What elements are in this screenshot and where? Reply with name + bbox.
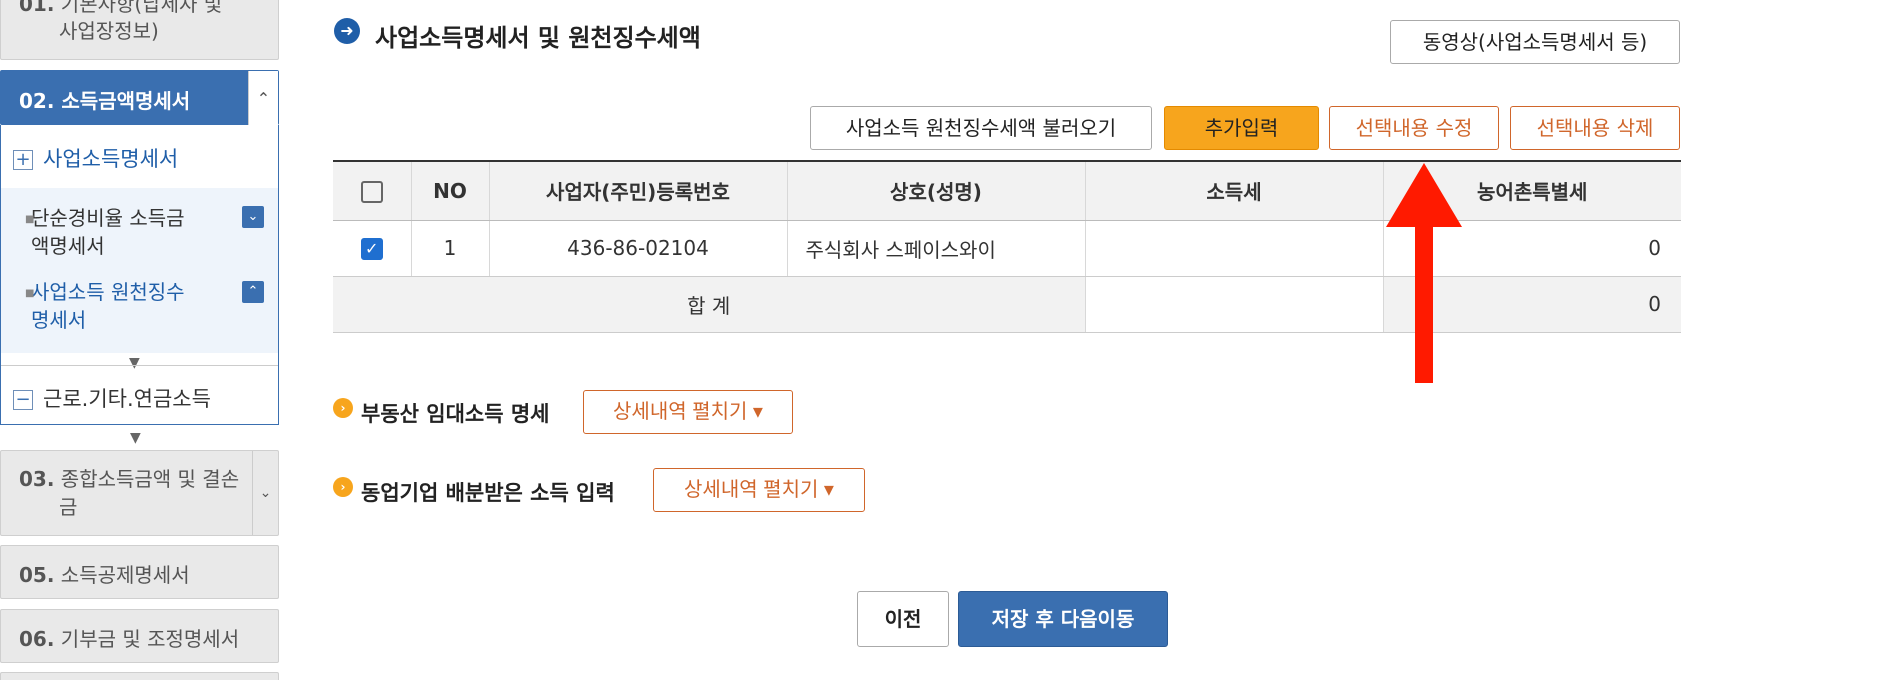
video-button[interactable]: 동영상(사업소득명세서 등): [1390, 20, 1680, 64]
red-pointer-arrow-icon: [1386, 163, 1462, 383]
step-01-label-line2: 사업장정보): [59, 19, 159, 43]
header-name: 상호(성명): [787, 162, 1086, 221]
step-06-label: 기부금 및 조정명세서: [60, 627, 240, 651]
cell-no: 1: [411, 220, 490, 277]
total-row: 합 계 0: [333, 276, 1681, 333]
step-06-donation[interactable]: 06. 기부금 및 조정명세서: [0, 609, 279, 663]
plus-icon: +: [13, 150, 33, 170]
select-all-cell: [333, 162, 412, 221]
divider: [1, 365, 278, 366]
chevron-down-icon[interactable]: ⌄: [252, 451, 278, 535]
sidebar-subitem-withholding[interactable]: ■ 사업소득 원천징수 명세서: [25, 278, 231, 334]
step-03-label-line2: 금: [59, 495, 78, 519]
table-header-row: NO 사업자(주민)등록번호 상호(성명) 소득세 농어촌특별세: [333, 162, 1681, 221]
save-next-button[interactable]: 저장 후 다음이동: [958, 591, 1168, 647]
row-checkbox[interactable]: ✓: [360, 238, 383, 261]
cell-income-tax: [1085, 220, 1384, 277]
step-03-label-line1: 종합소득금액 및 결손: [60, 467, 240, 491]
labor-income-label: 근로.기타.연금소득: [43, 387, 211, 411]
cell-name: 주식회사 스페이스와이: [787, 220, 1086, 277]
rental-expand-button[interactable]: 상세내역 펼치기 ▾: [583, 390, 793, 434]
bullet-icon: ■: [25, 214, 35, 225]
withholding-line1: 사업소득 원천징수: [31, 280, 185, 304]
step-05-deduction[interactable]: 05. 소득공제명세서: [0, 545, 279, 599]
caret-down-icon: ▼: [129, 355, 140, 371]
step-01-label-line1: 기본사항(납세자 및: [60, 0, 223, 16]
cell-reg-no: 436-86-02104: [489, 220, 788, 277]
partnership-expand-button[interactable]: 상세내역 펼치기 ▾: [653, 468, 865, 512]
add-input-button[interactable]: 추가입력: [1164, 106, 1319, 150]
section-title: 사업소득명세서 및 원천징수세액: [375, 24, 701, 52]
step-03-total-income[interactable]: 03. 종합소득금액 및 결손 금 ⌄: [0, 450, 279, 536]
step-01-basic-info[interactable]: 01. 기본사항(납세자 및 사업장정보): [0, 0, 279, 60]
bullet-icon: ■: [25, 288, 35, 299]
withholding-table: NO 사업자(주민)등록번호 상호(성명) 소득세 농어촌특별세 ✓ 1 436…: [333, 160, 1681, 333]
step-07-partial[interactable]: [0, 672, 279, 680]
step-06-number: 06.: [19, 627, 55, 651]
select-all-checkbox[interactable]: [360, 181, 383, 203]
partnership-income-heading: › 동업기업 배분받은 소득 입력: [333, 477, 615, 507]
edit-selected-button[interactable]: 선택내용 수정: [1329, 106, 1499, 150]
collapse-up-icon[interactable]: ⌃: [242, 281, 264, 303]
step-02-income-statement[interactable]: 02. 소득금액명세서 ⌃: [0, 70, 279, 126]
caret-down-icon: ▼: [130, 430, 141, 446]
expand-down-icon[interactable]: ⌄: [242, 206, 264, 228]
simple-expense-line2: 액명세서: [31, 234, 105, 258]
arrow-right-circle-icon: ›: [333, 398, 353, 418]
prev-button[interactable]: 이전: [857, 591, 949, 647]
chevron-up-icon[interactable]: ⌃: [248, 71, 278, 126]
step-01-number: 01.: [19, 0, 55, 16]
sidebar-item-business-income[interactable]: + 사업소득명세서: [13, 143, 178, 173]
income-subpanel: + 사업소득명세서 ■ 단순경비율 소득금 액명세서 ■ 사업소득 원천징수 명세…: [0, 125, 279, 425]
simple-expense-line1: 단순경비율 소득금: [31, 206, 185, 230]
delete-selected-button[interactable]: 선택내용 삭제: [1510, 106, 1680, 150]
withholding-line2: 명세서: [31, 308, 87, 332]
row-select-cell: ✓: [333, 220, 412, 277]
business-income-sublist: ■ 단순경비율 소득금 액명세서 ■ 사업소득 원천징수 명세서: [1, 188, 278, 353]
sidebar-subitem-simple-expense[interactable]: ■ 단순경비율 소득금 액명세서: [25, 204, 231, 260]
header-income-tax: 소득세: [1085, 162, 1384, 221]
minus-icon: −: [13, 390, 33, 410]
step-02-label: 02. 소득금액명세서: [19, 89, 191, 113]
business-income-label: 사업소득명세서: [43, 147, 179, 171]
header-reg-no: 사업자(주민)등록번호: [489, 162, 788, 221]
step-05-label: 소득공제명세서: [60, 563, 190, 587]
step-05-number: 05.: [19, 563, 55, 587]
total-income-tax: [1085, 276, 1384, 333]
sidebar-item-labor-income[interactable]: − 근로.기타.연금소득: [13, 383, 211, 413]
rental-income-heading: › 부동산 임대소득 명세: [333, 398, 550, 428]
load-withholding-button[interactable]: 사업소득 원천징수세액 불러오기: [810, 106, 1152, 150]
arrow-right-circle-icon: ›: [333, 477, 353, 497]
total-label: 합 계: [333, 276, 1086, 333]
table-row[interactable]: ✓ 1 436-86-02104 주식회사 스페이스와이 0: [333, 220, 1681, 277]
sidebar: 01. 기본사항(납세자 및 사업장정보) 02. 소득금액명세서 ⌃ + 사업소…: [0, 0, 280, 680]
header-no: NO: [411, 162, 490, 221]
step-03-number: 03.: [19, 467, 55, 491]
